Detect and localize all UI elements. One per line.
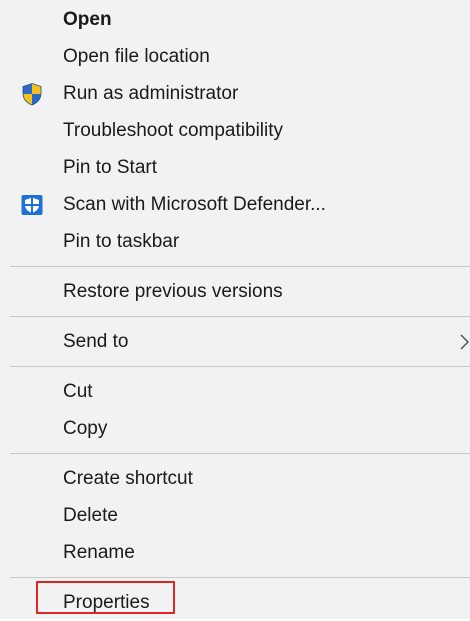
menu-item-label: Open	[63, 8, 112, 30]
menu-separator	[10, 453, 470, 454]
menu-separator	[10, 577, 470, 578]
menu-item-label: Send to	[63, 330, 129, 352]
menu-item-copy[interactable]: Copy	[0, 410, 470, 447]
menu-item-scan-with-defender[interactable]: Scan with Microsoft Defender...	[0, 186, 470, 223]
menu-item-label: Create shortcut	[63, 467, 193, 489]
menu-item-label: Restore previous versions	[63, 280, 283, 302]
menu-item-rename[interactable]: Rename	[0, 534, 470, 571]
menu-item-label: Pin to Start	[63, 156, 157, 178]
menu-item-open[interactable]: Open	[0, 1, 470, 38]
menu-item-open-file-location[interactable]: Open file location	[0, 38, 470, 75]
menu-separator	[10, 366, 470, 367]
menu-item-send-to[interactable]: Send to	[0, 323, 470, 360]
menu-item-delete[interactable]: Delete	[0, 497, 470, 534]
menu-item-label: Troubleshoot compatibility	[63, 119, 284, 141]
menu-item-label: Delete	[63, 504, 118, 526]
menu-item-create-shortcut[interactable]: Create shortcut	[0, 460, 470, 497]
menu-item-run-as-administrator[interactable]: Run as administrator	[0, 75, 470, 112]
menu-item-properties[interactable]: Properties	[0, 584, 470, 621]
menu-item-label: Scan with Microsoft Defender...	[63, 193, 326, 215]
menu-item-label: Properties	[63, 591, 150, 613]
context-menu: Open Open file location Run as administr…	[0, 0, 470, 619]
shield-uac-icon	[22, 82, 42, 105]
menu-separator	[10, 266, 470, 267]
chevron-right-icon	[460, 334, 469, 349]
menu-item-label: Pin to taskbar	[63, 230, 180, 252]
menu-item-cut[interactable]: Cut	[0, 373, 470, 410]
menu-item-pin-to-taskbar[interactable]: Pin to taskbar	[0, 223, 470, 260]
menu-item-label: Copy	[63, 417, 108, 439]
menu-item-label: Cut	[63, 380, 93, 402]
defender-icon	[21, 194, 43, 215]
menu-item-label: Open file location	[63, 45, 210, 67]
menu-item-pin-to-start[interactable]: Pin to Start	[0, 149, 470, 186]
menu-separator	[10, 316, 470, 317]
menu-item-restore-previous-versions[interactable]: Restore previous versions	[0, 273, 470, 310]
menu-item-label: Rename	[63, 541, 135, 563]
menu-item-troubleshoot-compatibility[interactable]: Troubleshoot compatibility	[0, 112, 470, 149]
menu-item-label: Run as administrator	[63, 82, 239, 104]
